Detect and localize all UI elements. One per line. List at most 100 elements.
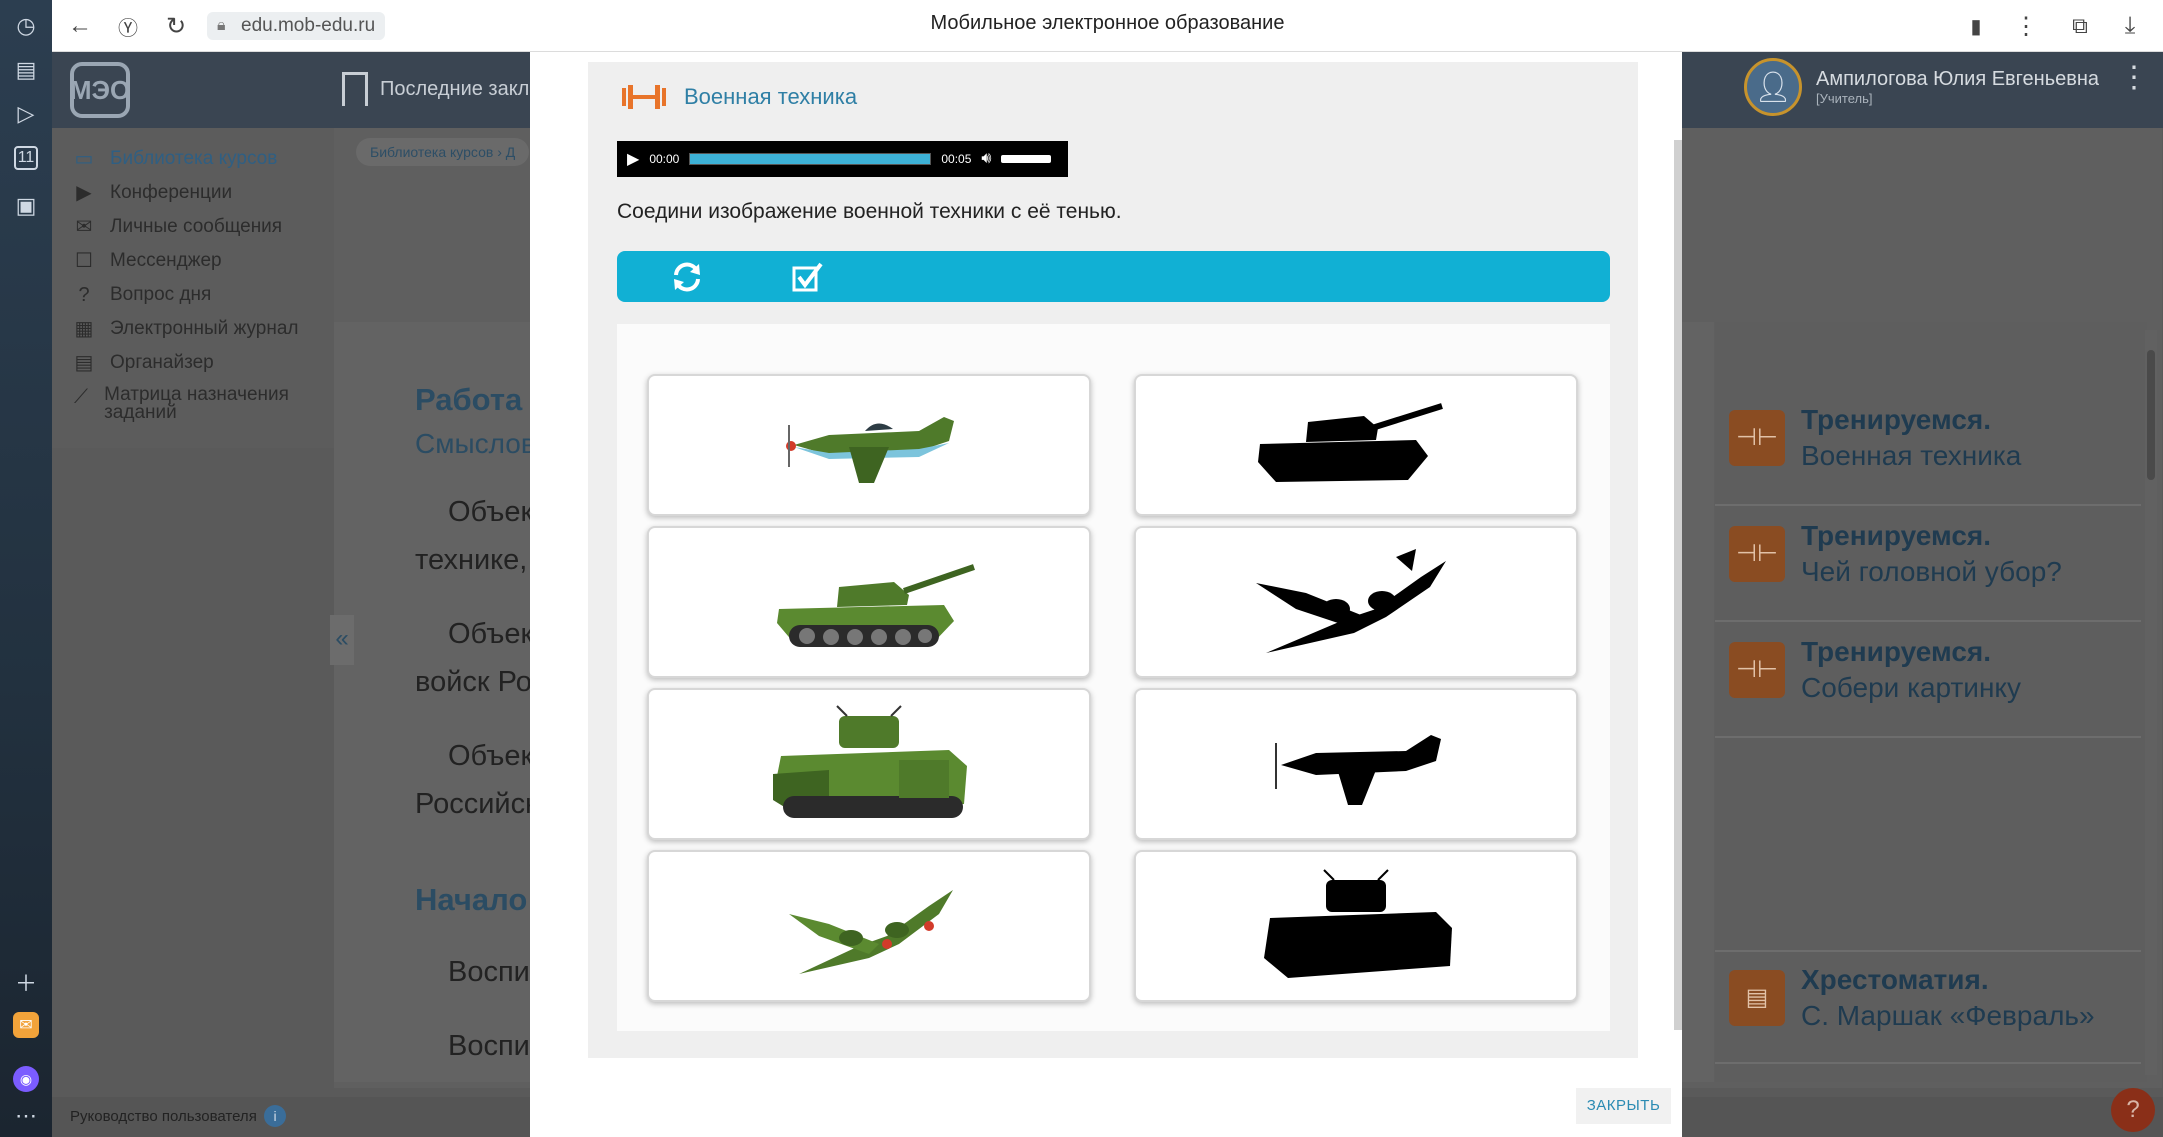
sidebar-item-messenger[interactable]: ☐ Мессенджер — [72, 250, 222, 274]
sidebar-item-library[interactable]: ▭ Библиотека курсов — [72, 148, 278, 172]
vehicle-card-heavy-tank[interactable] — [647, 688, 1091, 840]
sidebar-item-label: Электронный журнал — [110, 318, 299, 339]
sidebar-item-organizer[interactable]: ▤ Органайзер — [72, 352, 214, 376]
related-task-card[interactable]: ▤ Хрестоматия. С. Маршак «Февраль» — [1715, 950, 2141, 1064]
silhouette-card-heavy-tank[interactable] — [1134, 850, 1578, 1002]
help-button[interactable]: ? — [2111, 1088, 2155, 1132]
section-heading: Начало — [415, 882, 528, 917]
play-circle-icon[interactable]: ▷ — [12, 100, 40, 128]
modal-scrollbar[interactable] — [1674, 140, 1682, 1030]
paragraph-text: Воспит — [448, 956, 544, 988]
card-title: Тренируемся. — [1801, 404, 1992, 435]
vehicle-card-t34-tank[interactable] — [647, 526, 1091, 678]
refresh-svg — [674, 262, 700, 291]
related-task-card[interactable]: ⊣⊢ Тренируемся. Чей головной убор? — [1715, 508, 2141, 622]
add-icon[interactable]: ＋ — [12, 968, 40, 996]
paragraph-text: Объек — [448, 496, 534, 528]
reset-icon[interactable] — [657, 251, 717, 302]
sidebar-item-question[interactable]: ? Вопрос дня — [72, 284, 211, 308]
mail-app-icon[interactable]: ✉ — [13, 1012, 39, 1038]
assistant-icon[interactable]: ◉ — [13, 1066, 39, 1092]
logo[interactable]: МЭО — [70, 60, 180, 120]
browser-toolbar: ← Ⓨ ↻ 🔒︎ edu.mob-edu.ru Мобильное электр… — [52, 0, 2163, 52]
scrollbar-thumb[interactable] — [2147, 350, 2155, 480]
sidebar-item-journal[interactable]: ▦ Электронный журнал — [72, 318, 299, 342]
card-subtitle: Собери картинку — [1801, 672, 2021, 703]
info-icon[interactable]: i — [264, 1105, 286, 1127]
volume-icon[interactable]: 🔊︎ — [981, 150, 991, 168]
dumbbell-icon: ⊣⊢ — [1729, 642, 1785, 698]
download-icon[interactable]: ⤓ — [2114, 10, 2146, 42]
card-subtitle: Военная техника — [1801, 440, 2022, 471]
task-header: Военная техника — [620, 82, 857, 112]
card-title: Хрестоматия. — [1801, 964, 1989, 995]
close-button[interactable]: ЗАКРЫТЬ — [1576, 1088, 1671, 1124]
vehicle-card-twin-engine-plane[interactable] — [647, 850, 1091, 1002]
user-guide-link[interactable]: Руководство пользователя — [70, 1108, 257, 1125]
sidebar-item-matrix[interactable]: ⟋ Матрица назначения заданий — [72, 384, 302, 423]
breadcrumb-item[interactable]: Библиотека курсов — [370, 144, 493, 160]
sidebar-item-label: Личные сообщения — [110, 216, 283, 237]
bookmark-outline-icon — [342, 72, 368, 106]
silhouette-card-fighter-plane[interactable] — [1134, 688, 1578, 840]
card-title: Тренируемся. — [1801, 520, 1992, 551]
checkbox-svg — [792, 262, 823, 291]
sidebar-item-label: Органайзер — [110, 352, 214, 373]
vehicle-card-fighter-plane[interactable] — [647, 374, 1091, 516]
extensions-icon[interactable]: ⧉ — [2064, 10, 2096, 42]
logo-mark: МЭО — [70, 62, 130, 118]
calendar-icon[interactable]: 11 — [14, 146, 38, 170]
history-icon[interactable]: ◷ — [12, 12, 40, 40]
user-profile[interactable]: 👤︎ Ампилогова Юлия Евгеньевна [Учитель] — [1744, 58, 2099, 116]
paragraph-text: войск Ро — [415, 666, 532, 698]
silhouette-card-twin-engine-plane[interactable] — [1134, 526, 1578, 678]
sidebar-item-messages[interactable]: ✉ Личные сообщения — [72, 216, 282, 240]
section-heading: Работа с — [415, 382, 549, 417]
sidebar-item-label: Конференции — [110, 182, 233, 203]
twin-engine-plane-silhouette-image — [1256, 549, 1446, 653]
app-menu-icon[interactable]: ⋮ — [2119, 63, 2149, 93]
sidebar-item-conferences[interactable]: ▶ Конференции — [72, 182, 232, 206]
recent-bookmarks-label: Последние закла — [380, 77, 541, 100]
sidebar-item-label: Библиотека курсов — [110, 148, 278, 169]
menu-dots-icon[interactable]: ⋮ — [2010, 10, 2042, 42]
card-title: Тренируемся. — [1801, 636, 1992, 667]
heavy-tank-silhouette-image — [1264, 869, 1452, 978]
paragraph-text: Российск — [415, 788, 538, 820]
audio-current-time: 00:00 — [649, 152, 680, 166]
sidebar-item-label: Мессенджер — [110, 250, 222, 271]
more-icon[interactable]: ⋯ — [12, 1102, 40, 1130]
recent-bookmarks[interactable]: Последние закла — [342, 72, 540, 106]
chat-icon: ☐ — [75, 250, 93, 272]
calendar-icon: ▤ — [74, 352, 94, 374]
book-icon: ▤ — [1729, 970, 1785, 1026]
task-toolbar — [617, 251, 1610, 302]
collections-icon[interactable]: ▤ — [12, 56, 40, 84]
sidebar-item-label: Матрица назначения заданий — [104, 384, 289, 423]
card-subtitle: Чей головной убор? — [1801, 556, 2062, 587]
section-subheading: Смыслов — [415, 428, 536, 459]
related-task-card[interactable]: ⊣⊢ Тренируемся. Военная техника — [1715, 392, 2141, 506]
twin-engine-plane-image — [789, 890, 953, 974]
collapse-sidebar-button[interactable]: « — [330, 615, 354, 665]
user-name: Ампилогова Юлия Евгеньевна — [1816, 68, 2100, 90]
card-subtitle: С. Маршак «Февраль» — [1801, 1000, 2095, 1031]
page-title: Мобильное электронное образование — [930, 12, 1285, 34]
play-icon[interactable]: ▶ — [627, 149, 639, 169]
breadcrumb-item[interactable]: Д — [506, 144, 515, 160]
audio-progress-bar[interactable] — [689, 153, 932, 165]
volume-slider[interactable] — [1001, 155, 1052, 163]
avatar: 👤︎ — [1744, 58, 1802, 116]
panel-scrollbar[interactable] — [2145, 330, 2157, 1075]
check-icon[interactable] — [777, 251, 837, 302]
related-task-card[interactable]: ⊣⊢ Тренируемся. Собери картинку — [1715, 624, 2141, 738]
paragraph-text: Воспит — [448, 1030, 544, 1062]
video-icon: ▶ — [76, 182, 92, 204]
bookmark-icon[interactable]: ▮ — [1960, 10, 1992, 42]
breadcrumb[interactable]: Библиотека курсов › Д — [356, 138, 530, 166]
tank-silhouette-image — [1258, 403, 1443, 482]
camera-icon[interactable]: ▣ — [12, 192, 40, 220]
silhouette-card-tank[interactable] — [1134, 374, 1578, 516]
question-icon: ? — [78, 284, 90, 306]
paragraph-text: Объек — [448, 740, 534, 772]
